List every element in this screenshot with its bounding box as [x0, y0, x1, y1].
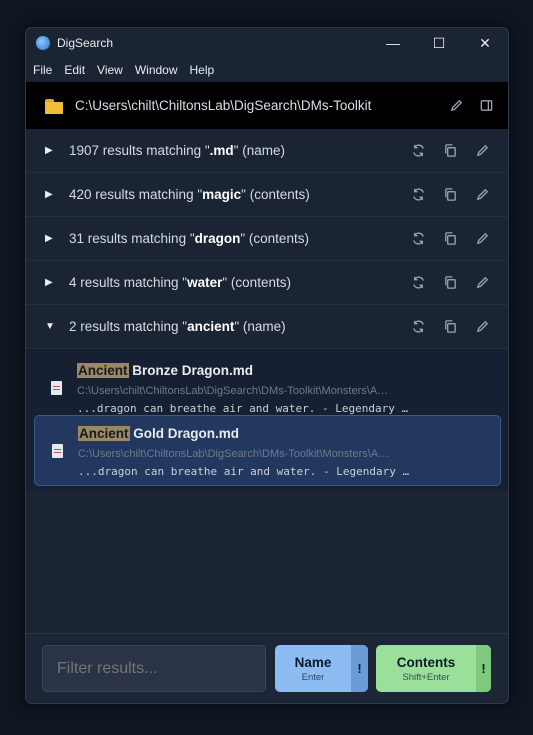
result-group-dragon[interactable]: ▶ 31 results matching "dragon" (contents)	[26, 217, 508, 261]
search-contents-button[interactable]: Contents Shift+Enter !	[376, 645, 491, 692]
result-path: C:\Users\chilt\ChiltonsLab\DigSearch\DMs…	[78, 448, 390, 460]
match-highlight: Ancient	[78, 426, 130, 441]
edit-icon[interactable]	[474, 187, 490, 203]
group-label: 1907 results matching ".md" (name)	[69, 143, 285, 158]
current-path: C:\Users\chilt\ChiltonsLab\DigSearch\DMs…	[75, 98, 372, 113]
title-bar: DigSearch — ☐ ✕	[26, 28, 508, 58]
refresh-icon[interactable]	[410, 231, 426, 247]
refresh-icon[interactable]	[410, 275, 426, 291]
match-highlight: Ancient	[77, 363, 129, 378]
copy-icon[interactable]	[442, 275, 458, 291]
window-title: DigSearch	[57, 36, 114, 50]
result-filename: Ancient Gold Dragon.md	[78, 426, 240, 441]
edit-icon[interactable]	[474, 319, 490, 335]
edit-icon[interactable]	[448, 98, 464, 114]
menu-help[interactable]: Help	[190, 63, 215, 77]
copy-icon[interactable]	[442, 231, 458, 247]
result-item[interactable]: Ancient Bronze Dragon.md C:\Users\chilt\…	[34, 353, 499, 422]
app-logo-icon	[36, 36, 50, 50]
result-group-ancient[interactable]: ▼ 2 results matching "ancient" (name)	[26, 305, 508, 349]
edit-icon[interactable]	[474, 143, 490, 159]
name-options-button[interactable]: !	[351, 645, 368, 692]
result-snippet: ...dragon can breathe air and water. - L…	[77, 402, 409, 415]
refresh-icon[interactable]	[410, 319, 426, 335]
caret-right-icon[interactable]: ▶	[45, 145, 55, 156]
result-group-magic[interactable]: ▶ 420 results matching "magic" (contents)	[26, 173, 508, 217]
maximize-button[interactable]: ☐	[416, 28, 462, 58]
refresh-icon[interactable]	[410, 143, 426, 159]
app-window: DigSearch — ☐ ✕ File Edit View Window He…	[25, 27, 509, 704]
filter-input[interactable]	[42, 645, 266, 692]
group-label: 420 results matching "magic" (contents)	[69, 187, 310, 202]
minimize-button[interactable]: —	[370, 28, 416, 58]
contents-button-label: Contents	[396, 654, 456, 670]
edit-icon[interactable]	[474, 231, 490, 247]
panel-toggle-icon[interactable]	[478, 98, 494, 114]
file-icon	[51, 381, 62, 395]
caret-right-icon[interactable]: ▶	[45, 233, 55, 244]
name-button-shortcut: Enter	[301, 671, 325, 683]
result-path: C:\Users\chilt\ChiltonsLab\DigSearch\DMs…	[77, 385, 389, 397]
menu-window[interactable]: Window	[135, 63, 178, 77]
result-item-selected[interactable]: Ancient Gold Dragon.md C:\Users\chilt\Ch…	[34, 415, 501, 486]
menu-edit[interactable]: Edit	[64, 63, 85, 77]
result-group-md[interactable]: ▶ 1907 results matching ".md" (name)	[26, 129, 508, 173]
result-snippet: ...dragon can breathe air and water. - L…	[78, 465, 410, 478]
close-button[interactable]: ✕	[462, 28, 508, 58]
footer-bar: Name Enter ! Contents Shift+Enter !	[26, 633, 508, 703]
results-list: Ancient Bronze Dragon.md C:\Users\chilt\…	[26, 349, 508, 491]
copy-icon[interactable]	[442, 143, 458, 159]
file-icon	[52, 444, 63, 458]
path-bar: C:\Users\chilt\ChiltonsLab\DigSearch\DMs…	[26, 82, 508, 129]
contents-options-button[interactable]: !	[476, 645, 491, 692]
copy-icon[interactable]	[442, 319, 458, 335]
contents-button-shortcut: Shift+Enter	[402, 671, 450, 683]
folder-icon	[45, 98, 63, 114]
caret-right-icon[interactable]: ▶	[45, 189, 55, 200]
result-group-water[interactable]: ▶ 4 results matching "water" (contents)	[26, 261, 508, 305]
menu-bar: File Edit View Window Help	[26, 58, 508, 82]
group-label: 31 results matching "dragon" (contents)	[69, 231, 309, 246]
copy-icon[interactable]	[442, 187, 458, 203]
caret-down-icon[interactable]: ▼	[45, 321, 55, 332]
group-label: 2 results matching "ancient" (name)	[69, 319, 286, 334]
menu-file[interactable]: File	[33, 63, 52, 77]
edit-icon[interactable]	[474, 275, 490, 291]
caret-right-icon[interactable]: ▶	[45, 277, 55, 288]
search-name-button[interactable]: Name Enter !	[275, 645, 368, 692]
name-button-label: Name	[294, 654, 332, 670]
refresh-icon[interactable]	[410, 187, 426, 203]
result-filename: Ancient Bronze Dragon.md	[77, 363, 254, 378]
menu-view[interactable]: View	[97, 63, 123, 77]
group-label: 4 results matching "water" (contents)	[69, 275, 291, 290]
